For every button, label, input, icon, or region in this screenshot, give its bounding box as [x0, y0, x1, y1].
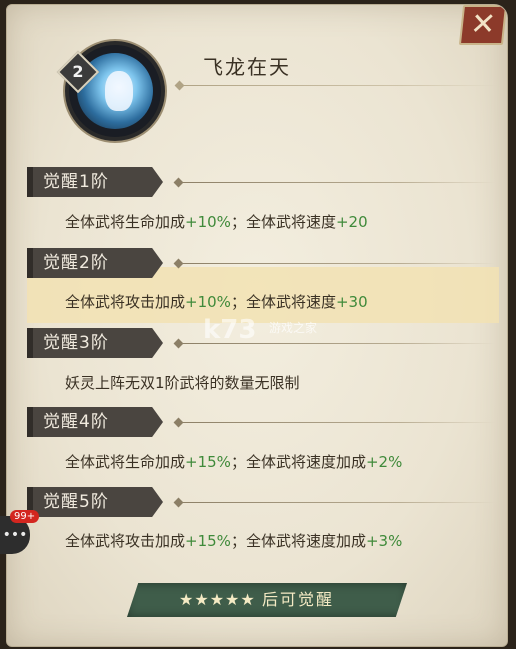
- chat-unread-badge: 99+: [10, 510, 40, 523]
- spirit-creature-icon: [105, 71, 133, 111]
- tier-effect-4: 全体武将生命加成+15%；全体武将速度加成+2%: [65, 451, 402, 472]
- awakening-panel: ✕ 2 飞龙在天 觉醒1阶 全体武将生命加成+10%；全体武将速度+20 觉醒2…: [6, 4, 508, 647]
- effect-value: +20: [335, 213, 368, 231]
- effect-text: ；全体武将速度: [230, 293, 336, 311]
- effect-value: +15%: [185, 453, 231, 471]
- effect-text: 全体武将攻击加成: [65, 293, 186, 311]
- tier-effect-2: 全体武将攻击加成+10%；全体武将速度+30: [65, 291, 368, 312]
- close-button[interactable]: ✕: [458, 5, 507, 45]
- effect-text: ；全体武将速度加成: [230, 453, 366, 471]
- page-title: 飞龙在天: [203, 55, 291, 79]
- tier-header-3: 觉醒3阶: [27, 328, 497, 358]
- tier-effect-5: 全体武将攻击加成+15%；全体武将速度加成+3%: [65, 530, 402, 551]
- tier-header-4: 觉醒4阶: [27, 407, 497, 437]
- effect-value: +30: [335, 293, 368, 311]
- chat-icon: •••: [2, 527, 28, 543]
- awaken-requirement-banner[interactable]: ★★★★★ 后可觉醒: [127, 583, 407, 617]
- close-icon: ✕: [468, 7, 498, 42]
- tier-effect-1: 全体武将生命加成+10%；全体武将速度+20: [65, 211, 368, 232]
- tier-label: 觉醒2阶: [43, 253, 109, 273]
- effect-text: ；全体武将速度加成: [230, 532, 366, 550]
- effect-value: +15%: [185, 532, 231, 550]
- tier-effect-3: 妖灵上阵无双1阶武将的数量无限制: [65, 372, 300, 393]
- effect-value: +3%: [365, 532, 403, 550]
- tier-label: 觉醒4阶: [43, 412, 109, 432]
- effect-text: 妖灵上阵无双1阶武将的数量无限制: [65, 374, 300, 392]
- effect-text: 全体武将生命加成: [65, 213, 186, 231]
- tier-header-5: 觉醒5阶: [27, 487, 497, 517]
- level-number: 2: [72, 62, 84, 81]
- tier-divider: [177, 422, 495, 423]
- tier-label: 觉醒3阶: [43, 333, 109, 353]
- tier-divider: [177, 263, 495, 264]
- effect-text: 全体武将攻击加成: [65, 532, 186, 550]
- tier-label: 觉醒1阶: [43, 172, 109, 192]
- watermark-subtitle: 游戏之家: [269, 321, 318, 335]
- star-rating: ★★★★★: [179, 590, 256, 609]
- tier-divider: [177, 502, 495, 503]
- effect-value: +10%: [185, 213, 231, 231]
- requirement-label: 后可觉醒: [262, 590, 335, 609]
- effect-value: +10%: [185, 293, 231, 311]
- tier-divider: [177, 182, 495, 183]
- effect-text: 全体武将生命加成: [65, 453, 186, 471]
- tier-label: 觉醒5阶: [43, 492, 109, 512]
- tier-header-2: 觉醒2阶: [27, 248, 497, 278]
- effect-value: +2%: [365, 453, 403, 471]
- watermark-logo: k73: [203, 315, 257, 345]
- tier-header-1: 觉醒1阶: [27, 167, 497, 197]
- effect-text: ；全体武将速度: [230, 213, 336, 231]
- title-divider: [179, 85, 497, 86]
